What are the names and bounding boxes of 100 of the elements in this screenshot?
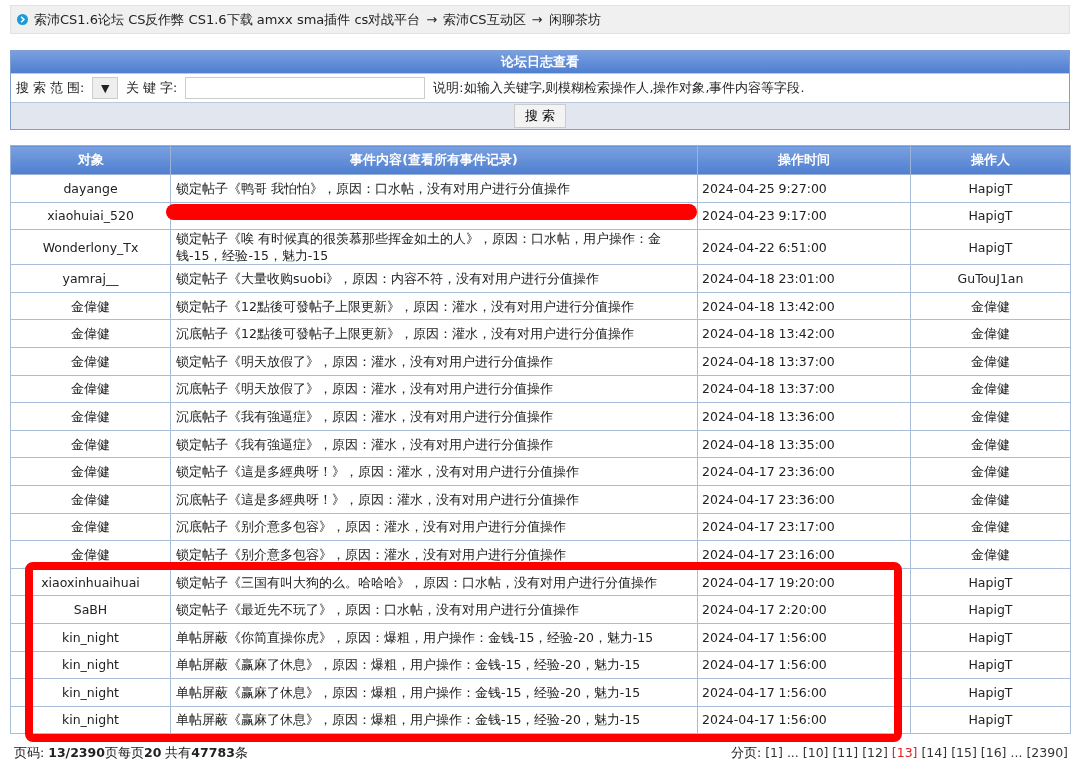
keyword-field[interactable] — [185, 77, 426, 99]
time-cell: 2024-04-17 23:36:00 — [697, 485, 911, 514]
operator-cell: 金偉健 — [910, 402, 1071, 431]
pager-label: 分页: — [730, 745, 762, 763]
target-cell: yamraj__ — [10, 264, 171, 293]
operator-cell: 金偉健 — [910, 513, 1071, 541]
target-cell: 金偉健 — [10, 402, 171, 431]
target-cell: SaBH — [10, 595, 171, 624]
keyword-label: 关 键 字: — [126, 79, 178, 97]
operator-cell: HapigT — [910, 595, 1071, 624]
column-header: 事件内容(查看所有事件记录) — [170, 145, 698, 175]
operator-cell: 金偉健 — [910, 457, 1071, 486]
target-cell: kin_night — [10, 706, 171, 734]
column-header: 对象 — [10, 145, 171, 175]
operator-cell: HapigT — [910, 174, 1071, 203]
target-cell: 金偉健 — [10, 457, 171, 486]
operator-cell: HapigT — [910, 229, 1071, 265]
operator-cell: HapigT — [910, 568, 1071, 596]
search-button[interactable]: 搜 索 — [513, 104, 567, 128]
time-cell: 2024-04-17 1:56:00 — [697, 623, 911, 651]
page-link[interactable]: ... — [786, 745, 799, 763]
time-cell: 2024-04-18 13:42:00 — [697, 292, 911, 320]
time-cell: 2024-04-17 19:20:00 — [697, 568, 911, 596]
operator-cell: 金偉健 — [910, 375, 1071, 403]
breadcrumb-link[interactable]: 闲聊茶坊 — [548, 10, 601, 29]
event-cell: 锁定帖子《明天放假了》，原因：灌水，没有对用户进行分值操作 — [170, 347, 698, 376]
time-cell: 2024-04-18 13:37:00 — [697, 347, 911, 376]
page-link[interactable]: [12] — [862, 745, 888, 763]
time-cell: 2024-04-17 2:20:00 — [697, 595, 911, 624]
time-cell: 2024-04-17 23:17:00 — [697, 513, 911, 541]
event-cell: 锁定帖子《這是多經典呀！》，原因：灌水，没有对用户进行分值操作 — [170, 457, 698, 486]
panel-title: 论坛日志查看 — [11, 51, 1069, 73]
breadcrumb-link[interactable]: 索沛CS互动区 — [443, 10, 526, 29]
operator-cell: HapigT — [910, 651, 1071, 679]
page-link[interactable]: [1] — [765, 745, 783, 763]
operator-cell: HapigT — [910, 202, 1071, 230]
event-cell: 沉底帖子《明天放假了》，原因：灌水，没有对用户进行分值操作 — [170, 375, 698, 403]
time-cell: 2024-04-18 23:01:00 — [697, 264, 911, 293]
operator-cell: HapigT — [910, 678, 1071, 707]
target-cell: kin_night — [10, 623, 171, 651]
event-cell: 沉底帖子《别介意多包容》，原因：灌水，没有对用户进行分值操作 — [170, 513, 698, 541]
page-link[interactable]: [11] — [832, 745, 859, 763]
event-cell: 锁定帖子《鸭哥 我怕怕》，原因：口水帖，没有对用户进行分值操作 — [170, 174, 698, 203]
column-header: 操作人 — [910, 145, 1071, 175]
page-link[interactable]: [2390] — [1026, 745, 1068, 763]
search-note: 说明:如输入关键字,则模糊检索操作人,操作对象,事件内容等字段. — [433, 79, 805, 97]
target-cell: 金偉健 — [10, 430, 171, 458]
operator-cell: 金偉健 — [910, 319, 1071, 348]
target-cell: 金偉健 — [10, 540, 171, 569]
event-cell: 锁定帖子《12點後可發帖子上限更新》，原因：灌水，没有对用户进行分值操作 — [170, 292, 698, 320]
target-cell: 金偉健 — [10, 485, 171, 514]
event-cell: 锁定帖子《唉 有时候真的很羡慕那些挥金如土的人》，原因：口水帖，用户操作：金钱-15，经验-15，魅力-15 — [170, 229, 698, 265]
target-cell: kin_night — [10, 678, 171, 707]
target-cell: 金偉健 — [10, 513, 171, 541]
operator-cell: 金偉健 — [910, 540, 1071, 569]
event-cell: 单帖屏蔽《你简直操你虎》，原因：爆粗，用户操作：金钱-15，经验-20，魅力-15 — [170, 623, 698, 651]
page-link[interactable]: ... — [1010, 745, 1023, 763]
time-cell: 2024-04-22 6:51:00 — [697, 229, 911, 265]
time-cell: 2024-04-17 1:56:00 — [697, 678, 911, 707]
target-cell: 金偉健 — [10, 319, 171, 348]
target-cell: Wonderlony_Tx — [10, 229, 171, 265]
time-cell: 2024-04-25 9:27:00 — [697, 174, 911, 203]
time-cell: 2024-04-18 13:36:00 — [697, 402, 911, 431]
event-cell: 锁定帖子《我有強逼症》，原因：灌水，没有对用户进行分值操作 — [170, 430, 698, 458]
breadcrumb-link[interactable]: 索沛CS1.6论坛 CS反作弊 CS1.6下载 amxx sma插件 cs对战平台 — [34, 10, 421, 29]
target-cell: 金偉健 — [10, 292, 171, 320]
page-link[interactable]: [16] — [980, 745, 1007, 763]
operator-cell: HapigT — [910, 706, 1071, 734]
event-cell: 单帖屏蔽《赢麻了休息》，原因：爆粗，用户操作：金钱-15，经验-20，魅力-15 — [170, 678, 698, 707]
page-link[interactable]: [13] — [891, 745, 918, 763]
target-cell: kin_night — [10, 651, 171, 679]
scope-select[interactable]: ▼ — [92, 77, 119, 99]
operator-cell: HapigT — [910, 623, 1071, 651]
column-header: 操作时间 — [697, 145, 911, 175]
page-link[interactable]: [15] — [951, 745, 977, 763]
target-cell: 金偉健 — [10, 375, 171, 403]
target-cell: dayange — [10, 174, 171, 203]
time-cell: 2024-04-17 1:56:00 — [697, 706, 911, 734]
event-cell: 单帖屏蔽《赢麻了休息》，原因：爆粗，用户操作：金钱-15，经验-20，魅力-15 — [170, 651, 698, 679]
time-cell: 2024-04-18 13:42:00 — [697, 319, 911, 348]
event-cell: 沉底帖子《這是多經典呀！》，原因：灌水，没有对用户进行分值操作 — [170, 485, 698, 514]
event-cell: 锁定帖子《三国有叫大狗的么。哈哈哈》，原因：口水帖，没有对用户进行分值操作 — [170, 568, 698, 596]
breadcrumb-separator: → — [426, 12, 438, 27]
page-link[interactable]: [10] — [802, 745, 829, 763]
scope-label: 搜 索 范 围: — [16, 79, 85, 97]
event-cell: 锁定帖子《大量收购suobi》，原因：内容不符，没有对用户进行分值操作 — [170, 264, 698, 293]
event-cell: 单帖屏蔽《赢麻了休息》，原因：爆粗，用户操作：金钱-15，经验-20，魅力-15 — [170, 706, 698, 734]
time-cell: 2024-04-17 1:56:00 — [697, 651, 911, 679]
time-cell: 2024-04-18 13:37:00 — [697, 375, 911, 403]
operator-cell: GuTouJ1an — [910, 264, 1071, 293]
time-cell: 2024-04-17 23:36:00 — [697, 457, 911, 486]
page-link[interactable]: [14] — [921, 745, 948, 763]
time-cell: 2024-04-18 13:35:00 — [697, 430, 911, 458]
event-cell: 沉底帖子《12點後可發帖子上限更新》，原因：灌水，没有对用户进行分值操作 — [170, 319, 698, 348]
event-cell: 沉底帖子《我有強逼症》，原因：灌水，没有对用户进行分值操作 — [170, 402, 698, 431]
breadcrumb-separator: → — [531, 12, 543, 27]
operator-cell: 金偉健 — [910, 347, 1071, 376]
operator-cell: 金偉健 — [910, 430, 1071, 458]
target-cell: 金偉健 — [10, 347, 171, 376]
arrow-bullet-icon — [17, 14, 28, 25]
